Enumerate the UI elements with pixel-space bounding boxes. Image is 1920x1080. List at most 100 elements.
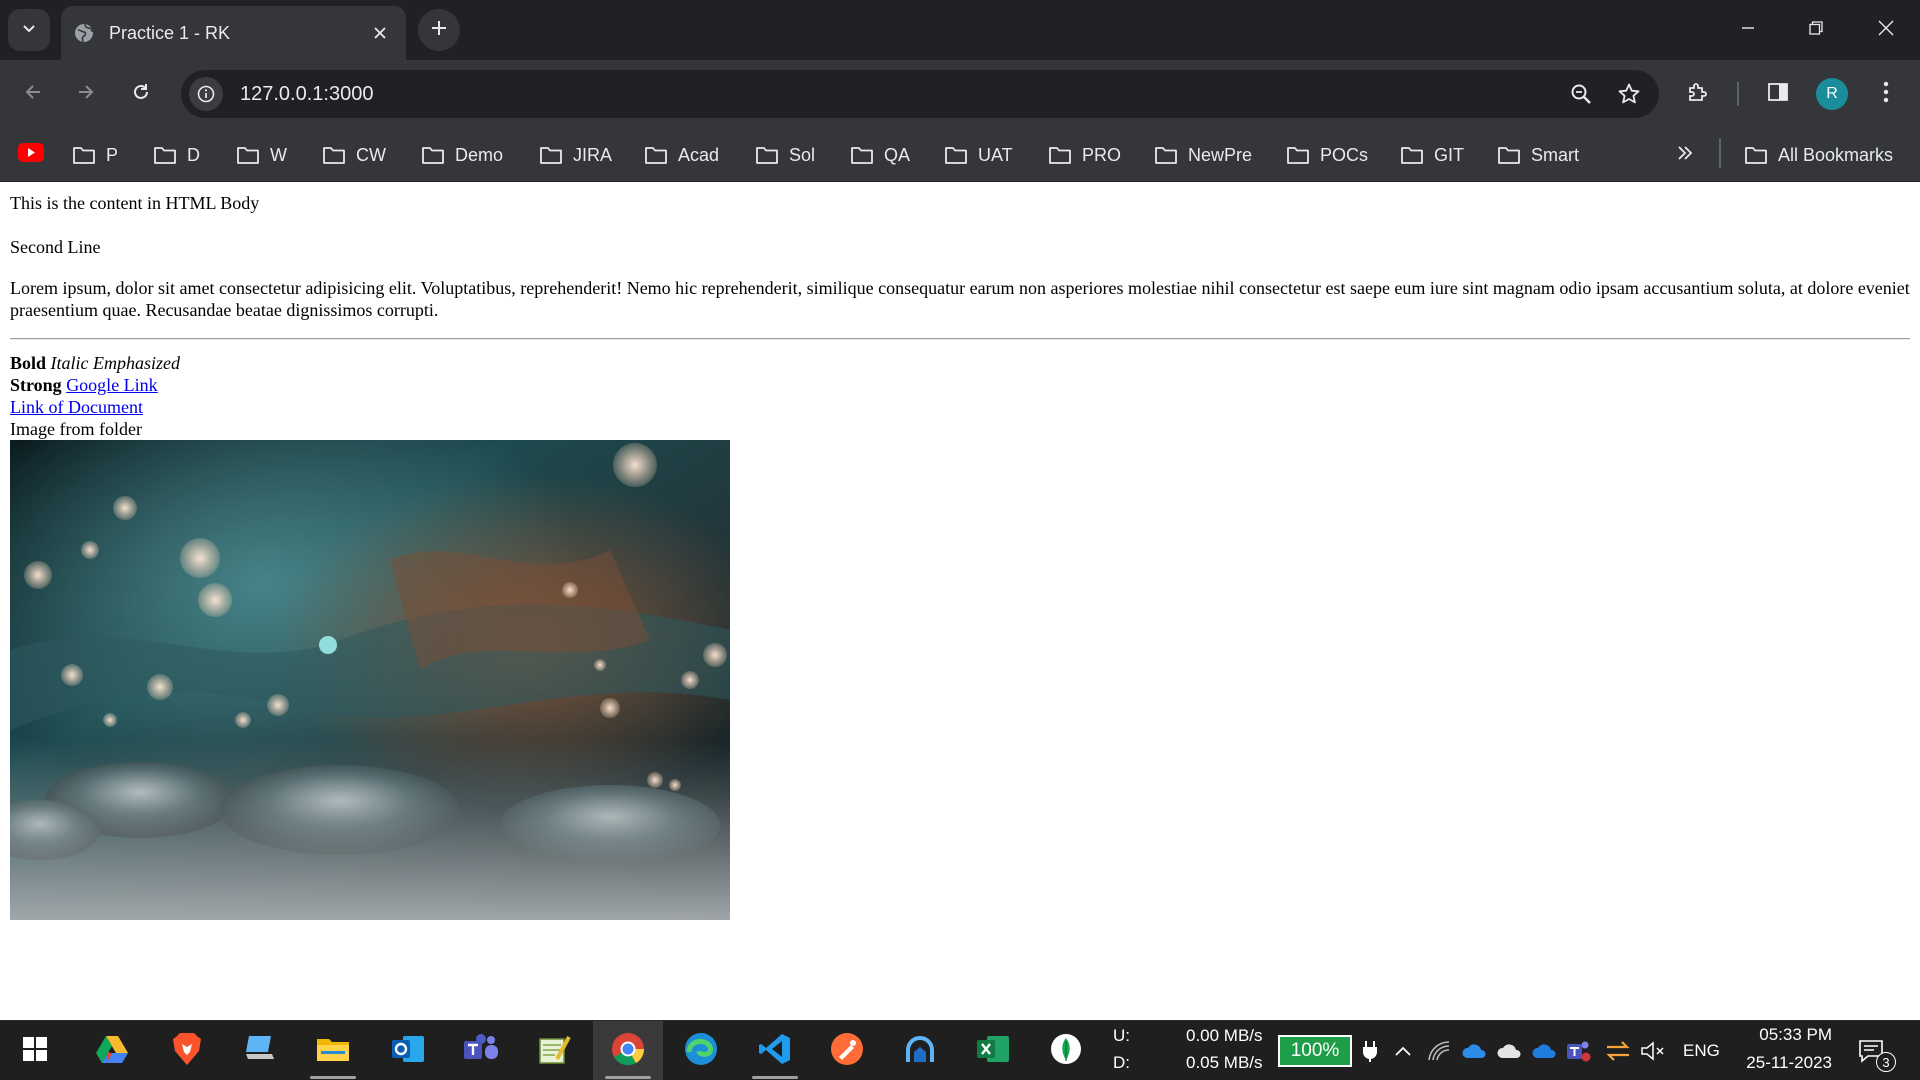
bold-text: Bold	[10, 353, 47, 373]
bookmark-label: UAT	[978, 144, 1013, 165]
bookmark-label: Demo	[455, 144, 504, 165]
tab-active[interactable]: Practice 1 - RK	[61, 6, 406, 60]
bookmark-folder-uat[interactable]: UAT	[944, 140, 1013, 170]
folder-icon	[316, 1035, 350, 1068]
bookmark-folder-acad[interactable]: Acad	[644, 140, 719, 170]
youtube-bookmark[interactable]	[18, 140, 44, 170]
taskbar-google-drive[interactable]	[77, 1021, 147, 1080]
restore-icon	[1808, 20, 1824, 41]
taskbar-brave[interactable]	[152, 1021, 222, 1080]
tab-title: Practice 1 - RK	[109, 22, 231, 43]
document-link[interactable]: Link of Document	[10, 397, 143, 417]
bookmark-folder-cw[interactable]: CW	[322, 140, 386, 170]
zoom-icon[interactable]	[1563, 76, 1599, 112]
taskbar-edge[interactable]	[666, 1021, 736, 1080]
side-panel-button[interactable]	[1760, 76, 1796, 112]
address-bar[interactable]: 127.0.0.1:3000	[181, 70, 1659, 118]
bookmark-label: CW	[356, 144, 386, 165]
taskbar-vs-code[interactable]	[740, 1021, 810, 1080]
close-icon[interactable]	[366, 19, 394, 47]
taskbar-notepad-plus-plus[interactable]	[519, 1021, 589, 1080]
battery-indicator[interactable]: 100%	[1278, 1035, 1352, 1067]
taskbar-cloud-app[interactable]	[885, 1021, 955, 1080]
clock-date[interactable]: 25-11-2023	[1735, 1053, 1832, 1073]
bookmark-folder-newpre[interactable]: NewPre	[1154, 140, 1252, 170]
image-alt-text: Image from folder	[10, 419, 142, 439]
bookmark-label: P	[106, 144, 119, 165]
bookmark-folder-d[interactable]: D	[153, 140, 200, 170]
start-button[interactable]	[0, 1021, 70, 1080]
taskbar-postman[interactable]	[812, 1021, 882, 1080]
minimize-button[interactable]	[1714, 0, 1782, 60]
reload-button[interactable]	[123, 76, 159, 112]
bookmark-label: D	[187, 144, 200, 165]
taskbar-teams[interactable]	[446, 1021, 516, 1080]
folder-icon	[851, 147, 873, 164]
chevron-up-icon[interactable]	[1388, 1036, 1418, 1066]
taskbar-mongodb-compass[interactable]	[1031, 1021, 1101, 1080]
running-indicator	[752, 1076, 798, 1079]
bookmark-folder-sol[interactable]: Sol	[755, 140, 815, 170]
bookmark-folder-pocs[interactable]: POCs	[1286, 140, 1368, 170]
bookmark-folder-pro[interactable]: PRO	[1048, 140, 1121, 170]
all-bookmarks-label: All Bookmarks	[1778, 144, 1894, 165]
bookmark-folder-smart[interactable]: Smart	[1497, 140, 1579, 170]
bookmark-folder-demo[interactable]: Demo	[421, 140, 503, 170]
all-bookmarks-button[interactable]: All Bookmarks	[1744, 140, 1893, 170]
teams-tray-icon[interactable]	[1564, 1036, 1594, 1066]
onedrive-business-icon[interactable]	[1529, 1036, 1559, 1066]
taskbar-excel[interactable]	[958, 1021, 1028, 1080]
restore-button[interactable]	[1782, 0, 1850, 60]
postman-icon	[830, 1032, 864, 1071]
speaker-muted-icon[interactable]	[1638, 1036, 1668, 1066]
url-text[interactable]: 127.0.0.1:3000	[240, 83, 1563, 106]
tab-search-button[interactable]	[8, 9, 50, 51]
onedrive-white-icon[interactable]	[1494, 1036, 1524, 1066]
network-download-speed: 0.05 MB/s	[1186, 1053, 1263, 1072]
mongodb-leaf-icon	[1050, 1033, 1082, 1070]
side-panel-icon	[1767, 81, 1789, 108]
folder-icon	[1155, 147, 1177, 164]
bookmark-folder-jira[interactable]: JIRA	[539, 140, 612, 170]
back-button[interactable]	[15, 76, 51, 112]
forward-button[interactable]	[68, 76, 104, 112]
google-drive-icon	[95, 1034, 129, 1069]
bookmark-folder-qa[interactable]: QA	[850, 140, 910, 170]
italic-text: Italic	[50, 353, 89, 373]
chrome-icon	[611, 1032, 645, 1071]
double-chevron-right-icon	[1676, 145, 1694, 166]
wifi-icon[interactable]	[1424, 1036, 1454, 1066]
extensions-button[interactable]	[1680, 76, 1716, 112]
onedrive-blue-icon[interactable]	[1459, 1036, 1489, 1066]
clock-time[interactable]: 05:33 PM	[1746, 1025, 1832, 1045]
star-icon[interactable]	[1611, 76, 1647, 112]
excel-icon	[976, 1033, 1010, 1070]
power-plug-icon[interactable]	[1355, 1036, 1385, 1066]
site-info-icon[interactable]	[189, 77, 223, 111]
lorem-paragraph: Lorem ipsum, dolor sit amet consectetur …	[10, 278, 1910, 320]
folder-icon	[1049, 147, 1071, 164]
close-window-button[interactable]	[1852, 0, 1920, 60]
strong-link-line: Strong Google Link	[10, 374, 1910, 396]
taskbar-outlook[interactable]	[373, 1021, 443, 1080]
bookmark-label: NewPre	[1188, 144, 1253, 165]
outlook-icon	[391, 1033, 425, 1070]
new-tab-button[interactable]	[418, 9, 460, 51]
network-sync-icon[interactable]	[1603, 1036, 1633, 1066]
bookmark-folder-p[interactable]: P	[72, 140, 118, 170]
taskbar-this-pc[interactable]	[225, 1021, 295, 1080]
profile-avatar[interactable]: R	[1816, 78, 1848, 110]
browser-toolbar: 127.0.0.1:3000 R	[0, 60, 1920, 128]
broken-image-alt: Image from folder	[10, 418, 1910, 440]
bookmark-label: JIRA	[573, 144, 613, 165]
bookmark-folder-git[interactable]: GIT	[1400, 140, 1464, 170]
taskbar-file-explorer[interactable]	[298, 1021, 368, 1080]
google-link[interactable]: Google Link	[66, 375, 158, 395]
more-bookmarks-button[interactable]	[1670, 140, 1700, 170]
water-bokeh-photo	[10, 440, 730, 920]
bookmark-folder-w[interactable]: W	[236, 140, 287, 170]
taskbar-chrome[interactable]	[593, 1021, 663, 1080]
arrow-right-icon	[76, 82, 96, 107]
language-indicator[interactable]: ENG	[1683, 1041, 1720, 1061]
menu-button[interactable]	[1868, 76, 1904, 112]
